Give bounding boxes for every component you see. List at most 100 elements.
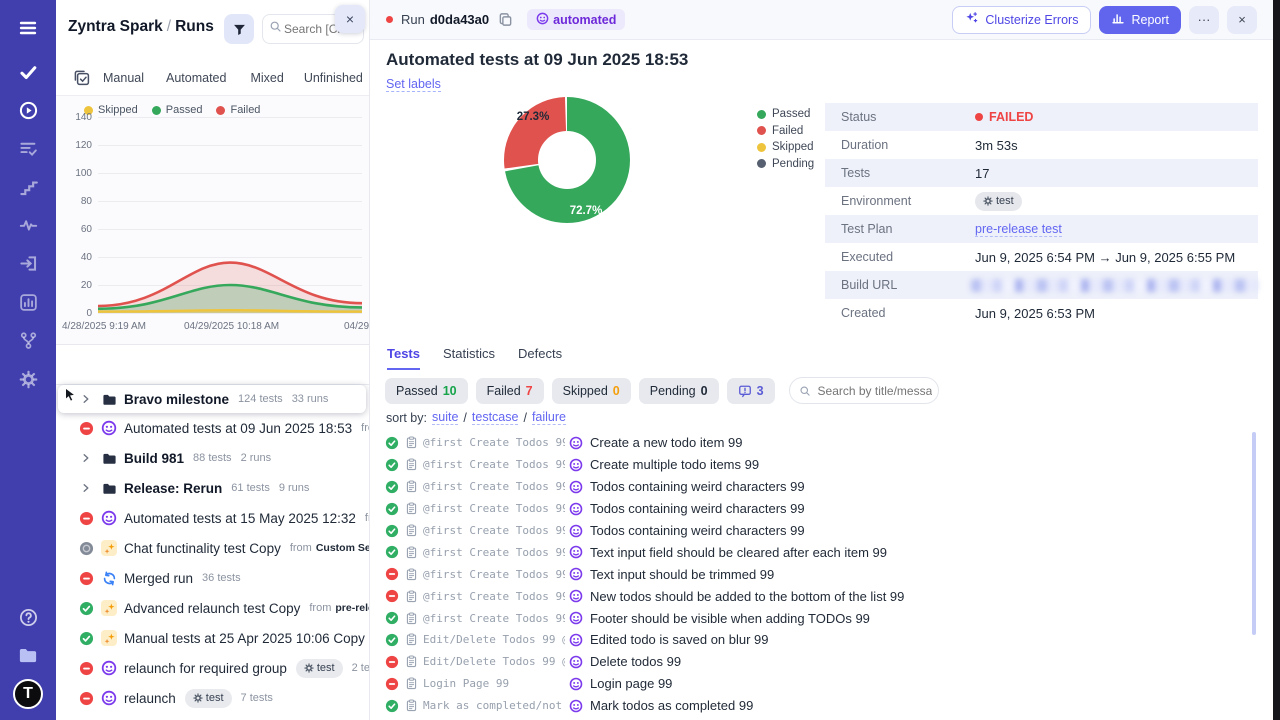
sort-link-suite[interactable]: suite (432, 410, 458, 425)
sidebar-item-git-branch[interactable] (0, 328, 56, 352)
copy-icon[interactable] (498, 12, 513, 27)
test-title: Mark todos as completed 99 (590, 698, 753, 713)
filter-pill-pending[interactable]: Pending0 (639, 378, 719, 404)
tests-search-input[interactable] (816, 383, 934, 399)
run-group-row[interactable]: Build 98188 tests2 runs (56, 443, 370, 473)
clusterize-errors-button[interactable]: Clusterize Errors (952, 6, 1091, 34)
test-plan-link[interactable]: pre-release test (975, 222, 1062, 237)
close-run-button[interactable]: × (1227, 6, 1257, 34)
run-details-table: StatusFAILEDDuration3m 53sTests17Environ… (825, 103, 1258, 327)
clipboard-icon (405, 699, 418, 712)
run-group-title: Bravo milestone (124, 392, 229, 407)
gear-icon (983, 196, 993, 206)
from-plan: pre-release test (335, 602, 370, 614)
test-row[interactable]: Edit/Delete Todos 99 @…Edited todo is sa… (370, 629, 1250, 651)
clipboard-icon (405, 480, 418, 493)
filter-pill-passed[interactable]: Passed10 (385, 378, 468, 404)
tab-tests[interactable]: Tests (387, 346, 420, 370)
close-panel-button[interactable]: × (335, 5, 365, 33)
donut-legend-skipped[interactable]: Skipped (757, 139, 814, 156)
legend-failed[interactable]: Failed (216, 104, 260, 116)
menu-icon (18, 18, 38, 38)
sort-label: sort by: (386, 411, 427, 425)
test-row[interactable]: @first Create Todos 99…Text input field … (370, 541, 1250, 563)
tests-search[interactable] (789, 377, 939, 404)
run-row[interactable]: Manual tests at 25 Apr 2025 10:06 Copyfr… (56, 623, 370, 653)
sidebar-item-folders[interactable] (0, 641, 56, 669)
tab-statistics[interactable]: Statistics (443, 346, 495, 370)
donut-legend-pending[interactable]: Pending (757, 156, 814, 173)
donut-legend-passed[interactable]: Passed (757, 106, 814, 123)
sidebar-item-stairs[interactable] (0, 175, 56, 199)
activity-icon (19, 216, 38, 235)
sidebar-item-logo[interactable]: T (0, 680, 56, 708)
test-title: Text input field should be cleared after… (590, 545, 887, 560)
test-row[interactable]: Edit/Delete Todos 99 @…Delete todos 99 (370, 651, 1250, 673)
run-group-title: Release: Rerun (124, 481, 222, 496)
sidebar-item-check[interactable] (0, 60, 56, 84)
test-row[interactable]: @first Create Todos 99…Todos containing … (370, 520, 1250, 542)
tab-mixed[interactable]: Mixed (250, 71, 283, 85)
tab-automated[interactable]: Automated (166, 71, 226, 85)
filter-pill-skipped[interactable]: Skipped0 (552, 378, 631, 404)
run-row[interactable]: relaunchtest7 tests (56, 683, 370, 713)
sidebar-item-activity[interactable] (0, 213, 56, 237)
runs-count: 2 runs (241, 452, 272, 464)
test-row[interactable]: @first Create Todos 99…New todos should … (370, 585, 1250, 607)
test-row[interactable]: @first Create Todos 99…Todos containing … (370, 476, 1250, 498)
sidebar-item-menu[interactable] (0, 16, 56, 40)
tab-defects[interactable]: Defects (518, 346, 562, 370)
run-row[interactable]: Advanced relaunch test Copyfrompre-relea… (56, 593, 370, 623)
run-row[interactable]: Chat functinality test CopyfromCustom Se… (56, 533, 370, 563)
check-icon (19, 63, 38, 82)
run-group-row[interactable]: Release: Rerun61 tests9 runs (56, 473, 370, 503)
set-labels-link[interactable]: Set labels (386, 77, 441, 92)
donut-legend-failed[interactable]: Failed (757, 123, 814, 140)
test-row[interactable]: Mark as completed/not …Mark todos as com… (370, 695, 1250, 717)
test-suite: @first Create Todos 99… (423, 524, 565, 537)
run-row[interactable]: Automated tests at 15 May 2025 12:32from… (56, 503, 370, 533)
test-row[interactable]: Login Page 99Login page 99 (370, 673, 1250, 695)
sidebar-item-help[interactable] (0, 603, 56, 631)
tab-manual[interactable]: Manual (103, 71, 144, 85)
scrollbar-thumb[interactable] (1252, 432, 1256, 635)
tab-unfinished[interactable]: Unfinished (304, 71, 363, 85)
filter-pill-comments[interactable]: 3 (727, 378, 775, 404)
automated-badge[interactable]: automated (527, 9, 625, 30)
stairs-icon (19, 178, 38, 197)
robot-icon (569, 567, 583, 581)
filter-button[interactable] (224, 14, 254, 44)
run-row[interactable]: Merged run36 tests (56, 563, 370, 593)
test-row[interactable]: @first Create Todos 99…Create a new todo… (370, 432, 1250, 454)
sidebar-item-sign-in[interactable] (0, 251, 56, 275)
test-row[interactable]: @first Create Todos 99…Todos containing … (370, 498, 1250, 520)
sidebar-item-bar-chart[interactable] (0, 290, 56, 314)
app-window: T Zyntra Spark/Runs × ManualAutomatedMix… (0, 0, 1280, 720)
test-row[interactable]: @first Create Todos 99…Text input should… (370, 563, 1250, 585)
filter-pill-failed[interactable]: Failed7 (476, 378, 544, 404)
legend-skipped[interactable]: Skipped (84, 104, 138, 116)
sidebar-item-list-check[interactable] (0, 136, 56, 160)
test-row[interactable]: @first Create Todos 99…Create multiple t… (370, 454, 1250, 476)
list-check-icon (19, 139, 38, 158)
x-label: 4/28/2025 9:19 AM (62, 321, 146, 332)
sort-link-testcase[interactable]: testcase (472, 410, 519, 425)
legend-passed[interactable]: Passed (152, 104, 203, 116)
project-name[interactable]: Zyntra Spark (68, 18, 163, 35)
sidebar-item-gear[interactable] (0, 367, 56, 391)
robot-icon (569, 677, 583, 691)
more-button[interactable]: ··· (1189, 6, 1219, 34)
run-title: Chat functinality test Copy (124, 541, 281, 556)
donut-legend: PassedFailedSkippedPending (757, 106, 814, 172)
select-runs-icon[interactable] (74, 70, 90, 86)
run-group-row[interactable]: Bravo milestone124 tests33 runs (58, 385, 366, 413)
sidebar-item-play-circle[interactable] (0, 98, 56, 122)
test-title: Todos containing weird characters 99 (590, 479, 805, 494)
test-row[interactable]: @first Create Todos 99…Footer should be … (370, 607, 1250, 629)
report-button[interactable]: Report (1099, 6, 1181, 34)
passed-status-icon (385, 480, 399, 494)
run-row[interactable]: Automated tests at 09 Jun 2025 18:53from… (56, 413, 370, 443)
env-pill: test (975, 192, 1022, 211)
sort-link-failure[interactable]: failure (532, 410, 566, 425)
run-row[interactable]: relaunch for required grouptest2 tests (56, 653, 370, 683)
